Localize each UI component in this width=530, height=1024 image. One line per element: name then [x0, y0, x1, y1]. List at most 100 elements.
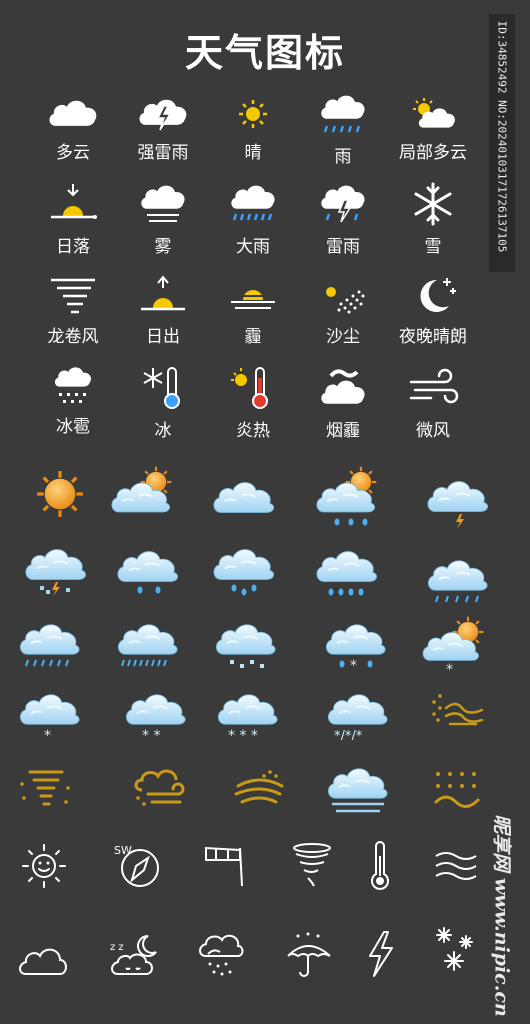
watermark-text: 昵享网 www.nipic.cn [490, 814, 513, 1017]
label-rain: 雨 [334, 147, 352, 167]
cloud-heavy-rain-icon [427, 559, 488, 603]
sandstorm-icon [326, 287, 365, 314]
cloudy-cell: 多云 [25, 92, 121, 163]
outline-sleeping-moon-cloud-icon: z z [110, 935, 157, 975]
label-tornado: 龙卷风 [47, 327, 99, 347]
outline-sun-face-icon [22, 844, 66, 888]
partly-cloudy-cell: 局部多云 [385, 92, 481, 163]
gold-sandstorm-icon [234, 770, 284, 804]
thunderstorm-cell: 强雷雨 [115, 92, 211, 163]
cloud-storm-rain-icon [117, 623, 178, 667]
hot-cell: 炎热 [205, 364, 301, 441]
cloud-light-rain-icon [117, 550, 179, 594]
clear-night-cell: 夜晚晴朗 [385, 274, 481, 347]
label-sunrise: 日出 [146, 327, 180, 347]
cloud-blizzard-icon: */*/* [327, 693, 388, 740]
ice-thermometer-icon [143, 367, 180, 409]
cloud-rain-icon [213, 548, 275, 596]
outline-cloud-icon [19, 948, 67, 975]
outline-windsock-icon [205, 846, 243, 887]
snowflake-icon [414, 182, 452, 226]
sun-behind-cloud-icon [111, 466, 172, 513]
label-sandstorm: 沙尘 [326, 327, 360, 347]
heavy-rain-cell: 大雨 [205, 182, 301, 257]
haze-cell: 霾 [205, 274, 301, 347]
sun-cloud-snow-icon: * [422, 616, 484, 674]
snow-cell: 雪 [385, 182, 481, 257]
outline-tornado-icon [293, 843, 331, 887]
hail-cell: 冰雹 [25, 364, 121, 437]
gold-dust-dots-icon [434, 772, 480, 808]
label-ice: 冰 [154, 421, 172, 441]
rain-icon [321, 95, 365, 133]
sunrise-cell: 日出 [115, 274, 211, 347]
fog-icon [141, 185, 185, 222]
gold-wind-dust-icon [432, 694, 484, 726]
haze-icon [231, 290, 275, 309]
cloudy-icon [49, 100, 97, 126]
moon-icon [420, 278, 456, 312]
cloud-fog-icon [327, 767, 388, 813]
cloud-moderate-rain-icon [316, 550, 378, 596]
label-thunderstorm: 强雷雨 [137, 143, 189, 163]
outline-wind-waves-icon [435, 852, 477, 880]
outline-lightning-icon [369, 931, 393, 977]
label-breeze: 微风 [416, 421, 450, 441]
svg-text:* * *: * * * [228, 728, 258, 740]
cloud-heavy-snow-icon: * * * [217, 693, 278, 740]
tornado-cell: 龙卷风 [25, 274, 121, 347]
hail-icon [54, 367, 91, 403]
outline-thermometer-icon [371, 841, 389, 890]
svg-text:* *: * * [142, 728, 160, 740]
label-fog: 雾 [154, 237, 172, 257]
tornado-lines-icon [51, 278, 95, 314]
outline-umbrella-icon [287, 932, 331, 977]
outline-compass-icon: SW [114, 844, 159, 887]
sun-icon [239, 100, 267, 128]
heavy-rain-icon [231, 185, 275, 221]
outline-snowflakes-icon [436, 927, 473, 971]
sunrise-icon [141, 275, 185, 311]
outline-cloud-rain-icon [199, 934, 244, 976]
svg-text:*: * [350, 658, 357, 672]
svg-text:z z: z z [110, 942, 124, 953]
label-haze: 霾 [244, 327, 262, 347]
sandstorm-cell: 沙尘 [295, 274, 391, 347]
thunder-rain-icon [321, 185, 365, 223]
sunset-cell: 日落 [25, 182, 121, 257]
gold-tornado-icon [20, 770, 70, 806]
fog-cell: 雾 [115, 182, 211, 257]
gold-cloud-wind-icon [134, 769, 185, 806]
wind-icon [409, 368, 459, 404]
label-thunder-rain: 雷雨 [326, 237, 360, 257]
cloud-light-snow-icon: * [19, 693, 80, 740]
label-partly-cloudy: 局部多云 [399, 143, 467, 163]
sun-cloud-rain-icon [316, 466, 377, 526]
cloud-lightning-icon [427, 480, 489, 529]
blue-cloud-icon [212, 481, 275, 514]
orange-sun-icon [36, 470, 84, 518]
svg-text:SW: SW [114, 844, 132, 857]
breeze-cell: 微风 [385, 364, 481, 441]
svg-text:*: * [446, 662, 453, 674]
cloud-rain-snow-icon: * [325, 623, 386, 672]
label-heavy-rain: 大雨 [236, 237, 270, 257]
thunderstorm-icon [139, 99, 187, 131]
svg-text:*/*/*: */*/* [334, 729, 363, 740]
label-cloudy: 多云 [56, 143, 90, 163]
sunny-cell: 晴 [205, 92, 301, 163]
cloud-sleet-icon [215, 623, 276, 668]
cloud-downpour-icon [19, 623, 80, 667]
thunder-rain-cell: 雷雨 [295, 182, 391, 257]
label-snow: 雪 [424, 237, 442, 257]
label-clear-night: 夜晚晴朗 [399, 327, 467, 347]
ice-cell: 冰 [115, 364, 211, 441]
smog-icon [321, 369, 365, 404]
sunset-icon [51, 184, 97, 219]
label-hot: 炎热 [236, 421, 270, 441]
cloud-moderate-snow-icon: * * [125, 693, 186, 740]
page-title: 天气图标 [184, 31, 345, 75]
id-strip: ID:34852492 NO:20240103171726137105 [489, 14, 515, 272]
watermark: 昵享网 www.nipic.cn [478, 812, 528, 1017]
hot-thermometer-icon [231, 367, 268, 409]
